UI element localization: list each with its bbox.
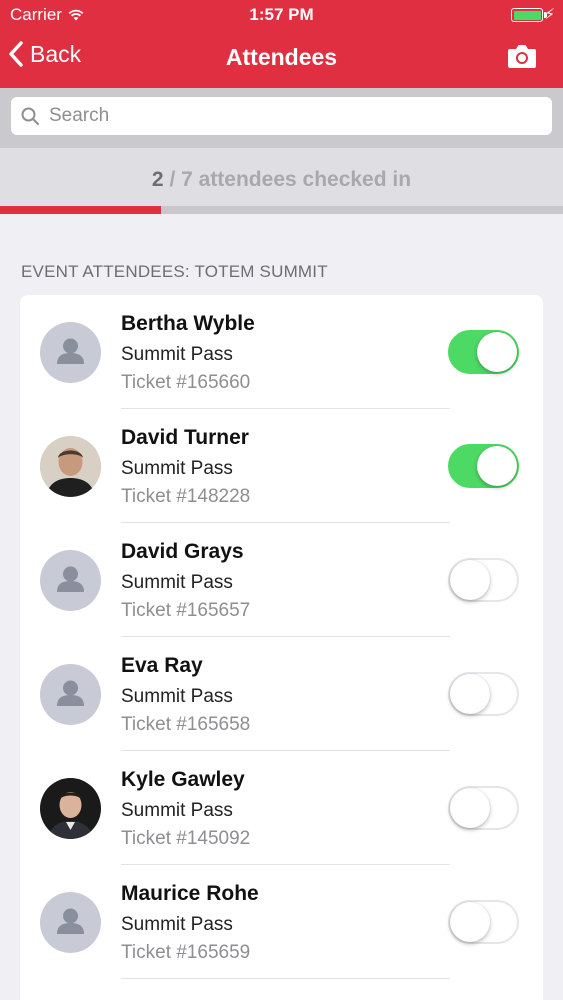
- attendee-ticket: Ticket #148228: [121, 486, 251, 507]
- status-bar: Carrier 1:57 PM ⚡: [0, 0, 563, 30]
- avatar: [40, 892, 101, 953]
- avatar: [40, 322, 101, 383]
- checkin-toggle[interactable]: [448, 786, 519, 830]
- avatar: [40, 550, 101, 611]
- checkin-toggle[interactable]: [448, 330, 519, 374]
- camera-icon: [508, 45, 536, 68]
- attendee-name: David Grays: [121, 540, 244, 563]
- page-title: Attendees: [225, 44, 338, 70]
- attendee-ticket: Ticket #165657: [121, 600, 251, 621]
- attendee-name: David Turner: [121, 426, 249, 449]
- status-time: 1:57 PM: [249, 5, 314, 24]
- attendee-pass: Summit Pass: [121, 686, 233, 707]
- user-photo-icon: [40, 436, 101, 497]
- person-placeholder-icon: [57, 680, 84, 706]
- search-input[interactable]: [49, 105, 552, 127]
- header: Carrier 1:57 PM ⚡ Back Attendees: [0, 0, 563, 88]
- checkin-toggle[interactable]: [448, 444, 519, 488]
- search-field[interactable]: [11, 97, 552, 135]
- avatar: [40, 436, 101, 497]
- camera-button[interactable]: [507, 43, 537, 74]
- checkin-toggle[interactable]: [448, 558, 519, 602]
- attendee-row[interactable]: Eva Ray Summit Pass Ticket #165658: [20, 637, 543, 751]
- section-header: EVENT ATTENDEES: TOTEM SUMMIT: [21, 262, 328, 281]
- nav-bar: Back Attendees: [0, 30, 563, 88]
- attendee-ticket: Ticket #165660: [121, 372, 251, 393]
- attendee-pass: Summit Pass: [121, 800, 233, 821]
- person-placeholder-icon: [57, 566, 84, 592]
- attendee-name: Kyle Gawley: [121, 768, 245, 791]
- attendee-pass: Summit Pass: [121, 572, 233, 593]
- checkin-toggle[interactable]: [448, 672, 519, 716]
- person-placeholder-icon: [57, 338, 84, 364]
- checkin-text: 7 attendees checked in: [181, 168, 412, 191]
- attendee-list: Bertha Wyble Summit Pass Ticket #165660 …: [20, 295, 543, 1000]
- attendee-name: Eva Ray: [121, 654, 203, 677]
- avatar: [40, 778, 101, 839]
- checkin-summary: 2 / 7 attendees checked in: [0, 148, 563, 206]
- attendee-row[interactable]: Bertha Wyble Summit Pass Ticket #165660: [20, 295, 543, 409]
- battery-icon: [511, 8, 547, 22]
- checkin-progress-fill: [0, 206, 161, 214]
- checkin-progress-bar: [0, 206, 563, 214]
- person-placeholder-icon: [57, 908, 84, 934]
- attendee-row[interactable]: Maurice Rohe Summit Pass Ticket #165659: [20, 865, 543, 979]
- checkin-separator: /: [163, 168, 182, 191]
- avatar: [40, 664, 101, 725]
- attendee-row[interactable]: David Turner Summit Pass Ticket #148228: [20, 409, 543, 523]
- checked-in-count: 2: [151, 168, 164, 191]
- attendee-ticket: Ticket #145092: [121, 828, 251, 849]
- attendee-name: Bertha Wyble: [121, 312, 255, 335]
- attendee-ticket: Ticket #165659: [121, 942, 251, 963]
- charging-bolt-icon: ⚡: [544, 6, 555, 23]
- checkin-toggle[interactable]: [448, 900, 519, 944]
- attendee-name: Maurice Rohe: [121, 882, 259, 905]
- search-icon: [21, 107, 39, 125]
- search-bar: [0, 88, 563, 148]
- attendee-row[interactable]: Kyle Gawley Summit Pass Ticket #145092: [20, 751, 543, 865]
- attendee-pass: Summit Pass: [121, 344, 233, 365]
- attendee-pass: Summit Pass: [121, 914, 233, 935]
- attendee-ticket: Ticket #165658: [121, 714, 251, 735]
- attendee-row[interactable]: David Grays Summit Pass Ticket #165657: [20, 523, 543, 637]
- user-photo-icon: [40, 778, 101, 839]
- attendee-pass: Summit Pass: [121, 458, 233, 479]
- row-divider: [121, 978, 450, 979]
